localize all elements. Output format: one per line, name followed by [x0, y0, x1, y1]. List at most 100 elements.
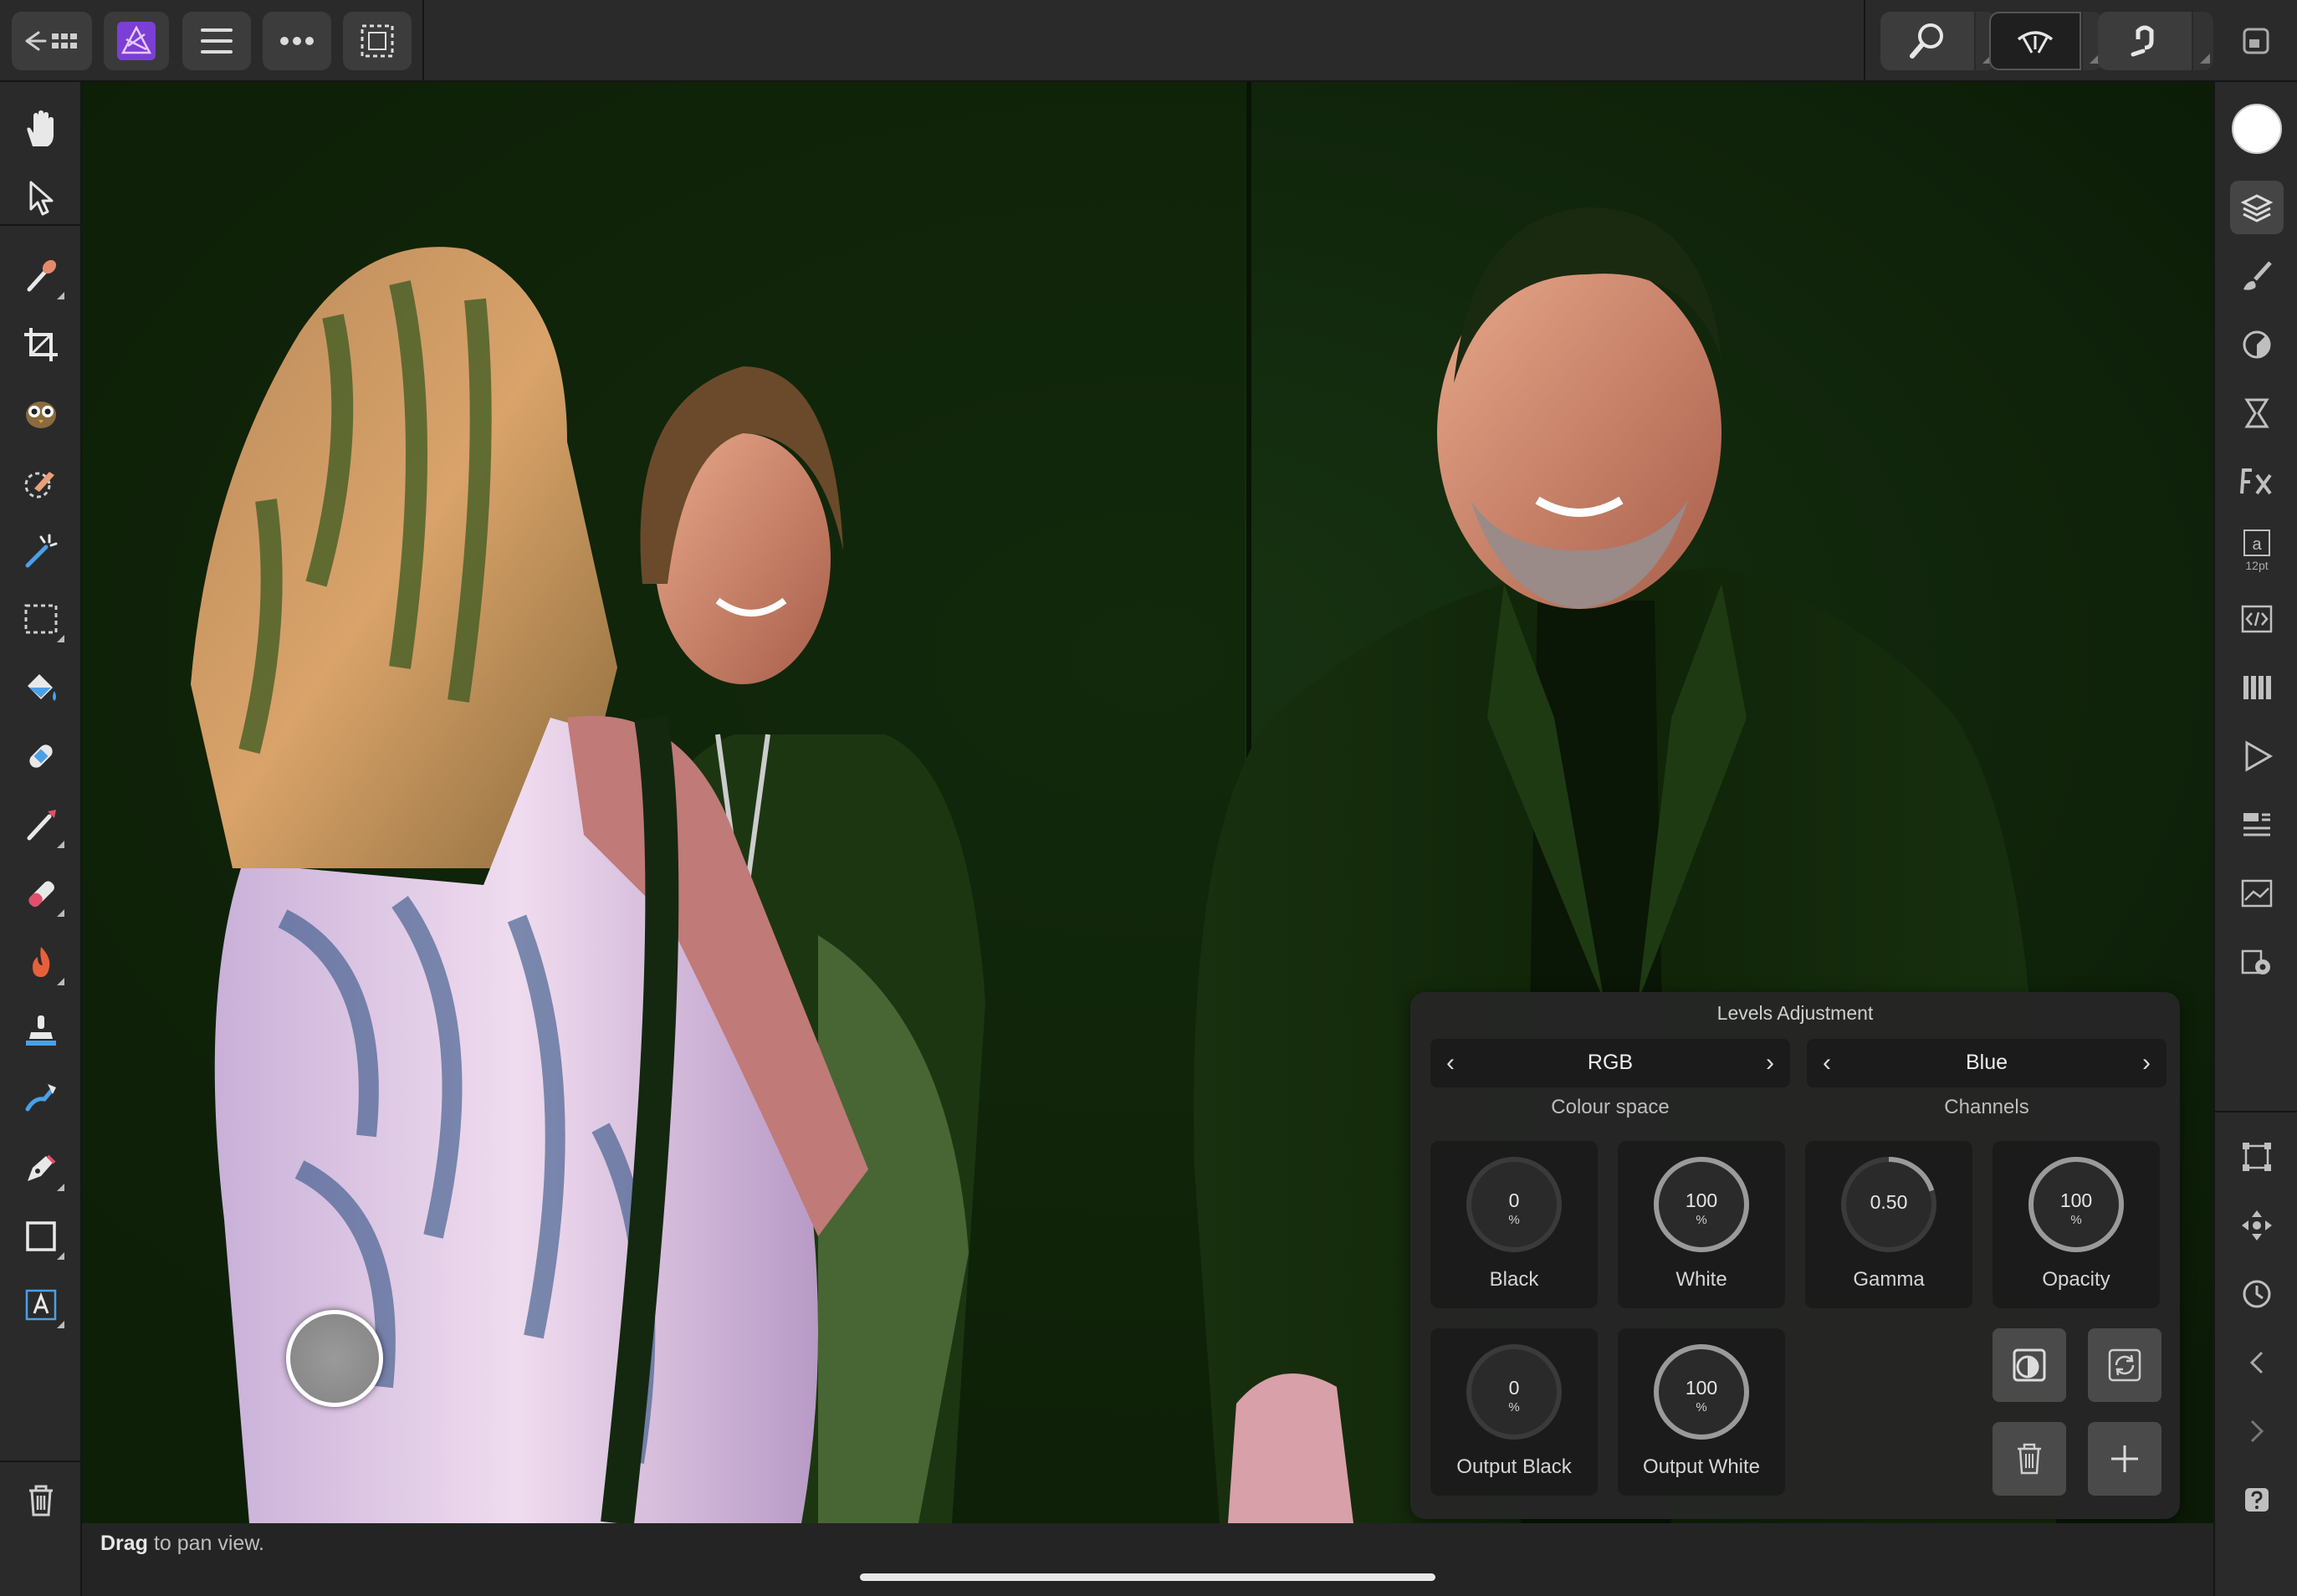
persona-button[interactable] — [104, 12, 169, 70]
crop-tool[interactable] — [16, 320, 66, 370]
colour-space-label: Colour space — [1551, 1096, 1670, 1118]
selection-icon — [361, 24, 394, 58]
opacity-dial[interactable]: 100 % Opacity — [1993, 1141, 2160, 1308]
flood-select-tool[interactable] — [16, 525, 66, 575]
back-to-documents-button[interactable] — [12, 12, 92, 70]
move-tool[interactable] — [16, 172, 66, 223]
delete-icon — [29, 1485, 53, 1517]
pen-tool[interactable] — [16, 1143, 66, 1193]
snapping-button[interactable] — [2098, 12, 2192, 70]
chevron-right-icon[interactable]: › — [2130, 1047, 2163, 1079]
transform-studio-button[interactable] — [2230, 1130, 2284, 1184]
rectangle-tool[interactable] — [16, 1211, 66, 1261]
colour-space-value: RGB — [1587, 1051, 1634, 1074]
channels-icon — [2243, 676, 2271, 699]
status-message: Drag to pan view. — [100, 1532, 264, 1556]
chevron-left-icon[interactable]: ‹ — [1810, 1047, 1844, 1079]
text-tool[interactable] — [16, 1280, 66, 1330]
fill-tool-icon — [28, 674, 56, 701]
preview-toggle-button[interactable] — [1993, 1328, 2066, 1402]
channels-studio-button[interactable] — [2230, 661, 2284, 714]
colour-picker-tool[interactable] — [16, 251, 66, 301]
navigator-studio-button[interactable] — [2230, 867, 2284, 920]
output-white-dial[interactable]: 100 % Output White — [1618, 1328, 1785, 1496]
selection-brush-tool[interactable] — [16, 457, 66, 507]
layers-studio-button[interactable] — [2230, 181, 2284, 234]
liquify-tool-icon — [26, 402, 56, 428]
history-clock-button[interactable] — [2230, 1267, 2284, 1321]
paint-brush-tool[interactable] — [16, 800, 66, 850]
reset-button[interactable] — [2088, 1328, 2161, 1402]
view-mode-icon — [2017, 31, 2054, 54]
white-unit: % — [1696, 1213, 1707, 1227]
move-tool-icon — [29, 181, 54, 216]
zoom-icon — [1910, 23, 1943, 59]
move-icon — [2242, 1210, 2272, 1240]
undo-button[interactable] — [2230, 1336, 2284, 1389]
settings-studio-button[interactable] — [2230, 935, 2284, 989]
source-studio-button[interactable] — [2230, 592, 2284, 646]
delete-button[interactable] — [16, 1476, 66, 1526]
svg-text:a: a — [2252, 535, 2262, 554]
add-adjustment-button[interactable] — [2088, 1422, 2161, 1496]
layers-icon — [2240, 194, 2274, 223]
colour-swatch[interactable] — [2230, 102, 2284, 156]
chevron-left-icon — [2249, 1351, 2264, 1374]
history-studio-button[interactable] — [2230, 798, 2284, 852]
help-button[interactable] — [2230, 1473, 2284, 1527]
marquee-tool[interactable] — [16, 594, 66, 644]
text-styles-icon: a — [2243, 529, 2270, 556]
paint-brush-icon — [27, 810, 56, 841]
output-white-label: Output White — [1642, 1455, 1761, 1478]
output-black-dial[interactable]: 0 % Output Black — [1430, 1328, 1598, 1496]
white-label: White — [1675, 1268, 1727, 1291]
more-button[interactable] — [263, 12, 331, 70]
liquify-tool[interactable] — [16, 388, 66, 438]
smudge-tool[interactable] — [16, 1074, 66, 1124]
move-studio-button[interactable] — [2230, 1199, 2284, 1252]
snapping-dropdown[interactable] — [2193, 12, 2213, 70]
brushes-studio-button[interactable] — [2230, 249, 2284, 303]
white-value: 100 — [1685, 1189, 1718, 1211]
window-button[interactable] — [2233, 12, 2279, 70]
brushes-icon — [2243, 261, 2272, 290]
chevron-right-icon — [2250, 1420, 2264, 1443]
top-toolbar — [0, 0, 2297, 82]
eraser-tool[interactable] — [16, 868, 66, 918]
adjustments-studio-button[interactable] — [2230, 318, 2284, 371]
fx-studio-button[interactable] — [2230, 455, 2284, 509]
inpainting-icon — [29, 744, 53, 768]
zoom-button[interactable] — [1880, 12, 1974, 70]
burn-tool[interactable] — [16, 937, 66, 987]
home-indicator[interactable] — [860, 1573, 1435, 1581]
channels-selector[interactable]: ‹ Blue › — [1807, 1039, 2167, 1087]
chevron-left-icon[interactable]: ‹ — [1434, 1047, 1467, 1079]
delete-adjustment-button[interactable] — [1993, 1422, 2066, 1496]
redo-button[interactable] — [2230, 1404, 2284, 1458]
selection-brush-icon — [24, 472, 54, 499]
view-mode-button[interactable] — [1989, 12, 2081, 70]
output-white-value: 100 — [1685, 1377, 1718, 1399]
effects-studio-button[interactable] — [2230, 386, 2284, 440]
menu-button[interactable] — [182, 12, 251, 70]
gamma-label: Gamma — [1853, 1268, 1925, 1291]
history-clock-icon — [2243, 1280, 2271, 1308]
selection-button[interactable] — [343, 12, 412, 70]
macro-studio-button[interactable] — [2230, 729, 2284, 783]
inpainting-tool[interactable] — [16, 731, 66, 781]
touch-loupe[interactable] — [286, 1310, 383, 1407]
marquee-icon — [24, 604, 58, 634]
white-dial[interactable]: 100 % White — [1618, 1141, 1785, 1308]
plus-icon — [2111, 1445, 2138, 1472]
transform-icon — [2243, 1143, 2271, 1171]
chevron-right-icon[interactable]: › — [1753, 1047, 1787, 1079]
status-drag-word: Drag — [100, 1532, 148, 1555]
colour-space-selector[interactable]: ‹ RGB › — [1430, 1039, 1790, 1087]
text-styles-studio-button[interactable]: a 12pt — [2230, 524, 2284, 577]
gamma-dial[interactable]: 0.50 Gamma — [1805, 1141, 1972, 1308]
hand-tool[interactable] — [16, 105, 66, 155]
fill-tool[interactable] — [16, 662, 66, 713]
black-dial[interactable]: 0 % Black — [1430, 1141, 1598, 1308]
clone-tool[interactable] — [16, 1005, 66, 1056]
levels-adjustment-panel: Levels Adjustment ‹ RGB › Colour space ‹… — [1410, 992, 2180, 1519]
